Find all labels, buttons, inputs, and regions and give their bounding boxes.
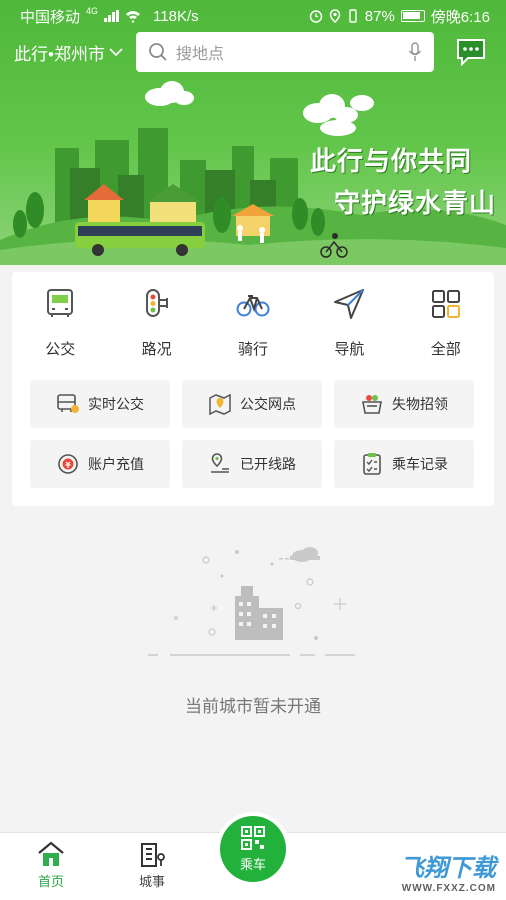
message-icon[interactable] (456, 38, 486, 66)
clock: 傍晚6:16 (430, 8, 490, 26)
tile-label-recharge: 账户充值 (88, 456, 144, 472)
tab-label-city: 城事 (138, 874, 165, 889)
tile-realtime-bus[interactable]: 实时公交 (30, 380, 170, 428)
net-speed: 118K/s (153, 7, 199, 25)
quick-nav-card: 公交 路况 骑行 导航 全部 实时公交 公交网点 失物招领 账户充值 已开线路 … (12, 272, 494, 506)
tile-open-routes[interactable]: 已开线路 (182, 440, 322, 488)
nav-item-cycling[interactable]: 骑行 (205, 286, 301, 359)
nav-label-bus: 公交 (45, 341, 76, 358)
grid-icon (431, 290, 460, 318)
nav-item-navigation[interactable]: 导航 (301, 286, 397, 359)
alarm-icon (309, 10, 323, 23)
top-bar: 此行•郑州市 搜地点 (0, 30, 506, 74)
nav-item-all[interactable]: 全部 (398, 286, 494, 359)
nav-label-cycling: 骑行 (237, 341, 268, 358)
slogan-line-2: 守护绿水青山 (333, 188, 496, 218)
empty-city-illustration (148, 547, 355, 656)
nav-label-all: 全部 (430, 341, 461, 358)
location-icon (329, 9, 341, 23)
search-bar[interactable]: 搜地点 (136, 32, 434, 72)
map-pin-icon (209, 393, 231, 416)
wifi-icon (126, 11, 141, 23)
tab-home[interactable]: 首页 (21, 841, 81, 890)
qr-code-icon (241, 826, 265, 850)
city-label: 此行•郑州市 (14, 44, 105, 64)
nav-item-bus[interactable]: 公交 (12, 286, 108, 359)
ride-qr-button[interactable]: 乘车 (220, 816, 286, 882)
tab-label-home: 首页 (37, 874, 64, 889)
traffic-light-icon (145, 289, 168, 317)
bicycle-icon (236, 295, 270, 317)
site-watermark: 飞翔下载 WWW.FXXZ.COM (400, 848, 496, 894)
lost-found-icon (362, 395, 382, 414)
slogan-line-1: 此行与你共同 (309, 146, 472, 176)
empty-state-message: 当前城市暂未开通 (185, 697, 321, 716)
banner-slogan: 此行与你共同 守护绿水青山 (310, 140, 496, 224)
tile-ride-records[interactable]: 乘车记录 (334, 440, 474, 488)
microphone-icon[interactable] (408, 42, 422, 62)
watermark-url: WWW.FXXZ.COM (401, 883, 496, 894)
watermark-brand: 飞翔下载 (400, 855, 496, 882)
realtime-bus-icon (57, 394, 79, 413)
vibrate-icon (349, 9, 357, 23)
building-icon (141, 843, 165, 867)
battery-level: 87% (364, 7, 395, 25)
tile-lost-found[interactable]: 失物招领 (334, 380, 474, 428)
tile-label-open-routes: 已开线路 (240, 456, 296, 472)
ride-record-icon (363, 453, 381, 475)
tile-label-ride-records: 乘车记录 (392, 456, 448, 472)
header-banner: 中国移动 4G 118K/s 87% 傍晚6:16 此行•郑州市 搜地点 此行与… (0, 0, 506, 265)
tile-label-lost-found: 失物招领 (392, 396, 448, 412)
tile-label-realtime-bus: 实时公交 (88, 396, 144, 412)
chevron-down-icon (109, 48, 123, 57)
search-input[interactable]: 搜地点 (176, 40, 408, 64)
network-type: 4G (86, 5, 99, 16)
nav-item-traffic[interactable]: 路况 (108, 286, 204, 359)
tile-bus-outlets[interactable]: 公交网点 (182, 380, 322, 428)
city-selector[interactable]: 此行•郑州市 (14, 40, 134, 65)
nav-label-traffic: 路况 (141, 341, 172, 358)
carrier-label: 中国移动 (20, 8, 81, 26)
battery-icon (400, 10, 425, 22)
recharge-icon (58, 454, 78, 474)
tile-label-bus-outlets: 公交网点 (240, 396, 296, 412)
signal-icon (104, 10, 120, 22)
route-icon (211, 453, 229, 473)
tile-recharge[interactable]: 账户充值 (30, 440, 170, 488)
quick-nav-row: 公交 路况 骑行 导航 全部 (12, 286, 494, 359)
nav-label-navigation: 导航 (334, 341, 365, 358)
tab-city[interactable]: 城事 (122, 841, 182, 890)
bus-icon (47, 289, 74, 317)
search-icon (149, 43, 167, 61)
home-icon (38, 841, 64, 866)
ride-label: 乘车 (239, 857, 266, 872)
status-bar: 中国移动 4G 118K/s 87% 傍晚6:16 (0, 0, 506, 32)
navigation-icon (334, 289, 365, 319)
